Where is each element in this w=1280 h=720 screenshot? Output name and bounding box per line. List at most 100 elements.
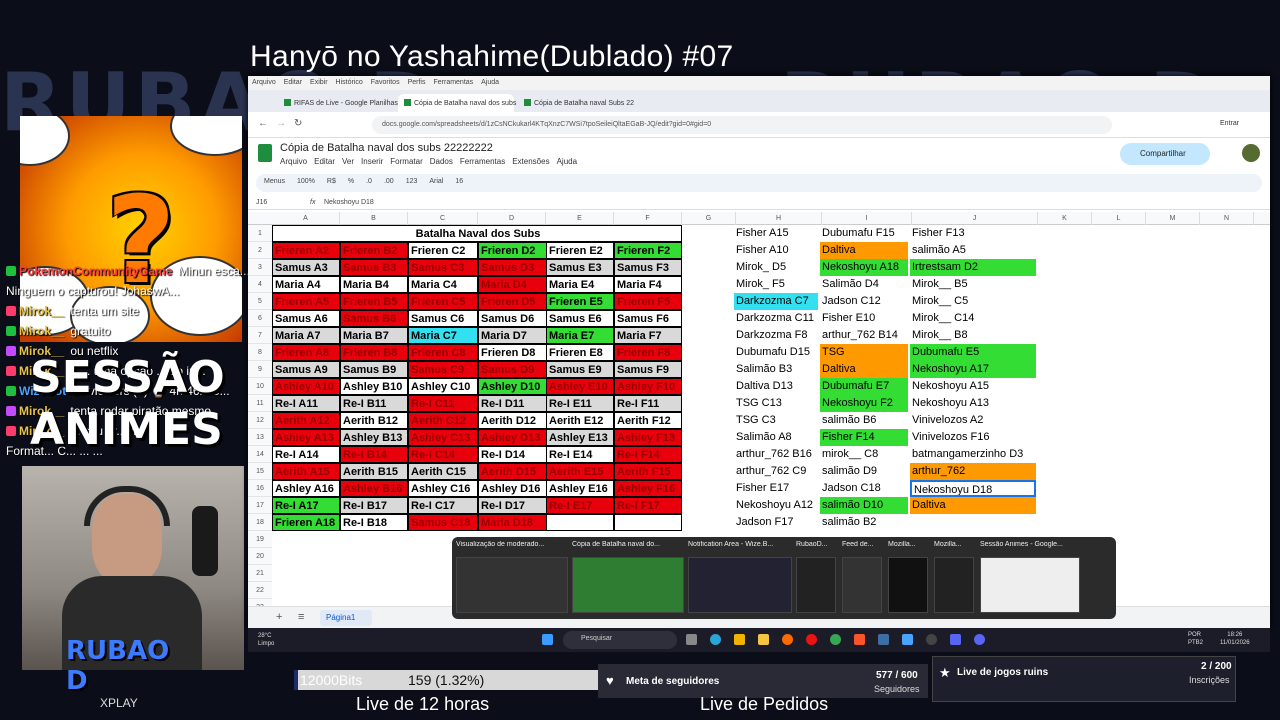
side-cell[interactable]: Fisher E17 xyxy=(734,480,818,497)
board-cell[interactable]: Re-I F11 xyxy=(614,395,682,412)
side-cell[interactable]: Fisher A15 xyxy=(734,225,818,242)
clock[interactable]: 18:26 11/01/2026 xyxy=(1220,631,1250,647)
row-header[interactable]: 13 xyxy=(248,429,272,446)
side-cell[interactable]: Dubumafu E7 xyxy=(820,378,908,395)
board-cell[interactable]: Frieren E5 xyxy=(546,293,614,310)
board-cell[interactable]: Frieren B5 xyxy=(340,293,408,310)
board-cell[interactable]: Ashley B13 xyxy=(340,429,408,446)
side-cell[interactable]: Jadson C18 xyxy=(820,480,908,497)
board-cell[interactable]: Re-I A14 xyxy=(272,446,340,463)
board-cell[interactable]: Ashley C16 xyxy=(408,480,478,497)
column-header[interactable]: K xyxy=(1038,212,1092,225)
board-cell[interactable]: Samus E6 xyxy=(546,310,614,327)
board-cell[interactable]: Frieren C8 xyxy=(408,344,478,361)
board-cell[interactable]: Re-I C14 xyxy=(408,446,478,463)
browser-menu-item[interactable]: Exibir xyxy=(310,79,328,86)
column-header[interactable]: G xyxy=(682,212,736,225)
taskview-icon[interactable] xyxy=(686,634,697,645)
board-cell[interactable]: Frieren F2 xyxy=(614,242,682,259)
board-cell[interactable]: Samus C18 xyxy=(408,514,478,531)
browser-menu-item[interactable]: Editar xyxy=(284,79,302,86)
board-cell[interactable]: Frieren A5 xyxy=(272,293,340,310)
row-header[interactable]: 8 xyxy=(248,344,272,361)
board-cell[interactable]: Maria C7 xyxy=(408,327,478,344)
side-cell[interactable]: Vinivelozos A2 xyxy=(910,412,1036,429)
browser-tab[interactable]: Cópia de Batalha naval Subs 22 xyxy=(518,94,634,112)
board-cell[interactable]: Re-I E11 xyxy=(546,395,614,412)
board-cell[interactable]: Samus A6 xyxy=(272,310,340,327)
board-cell[interactable]: Maria D7 xyxy=(478,327,548,344)
side-cell[interactable]: arthur_762 B14 xyxy=(820,327,908,344)
column-header[interactable]: A xyxy=(272,212,340,225)
side-cell[interactable]: salimão B6 xyxy=(820,412,908,429)
board-cell[interactable]: Frieren A2 xyxy=(272,242,340,259)
column-header[interactable]: C xyxy=(408,212,478,225)
discord-icon[interactable] xyxy=(974,634,985,645)
side-cell[interactable]: arthur_762 B16 xyxy=(734,446,818,463)
side-cell[interactable]: Daltiva D13 xyxy=(734,378,818,395)
reload-icon[interactable]: ↻ xyxy=(294,118,302,129)
side-cell[interactable]: Dubumafu F15 xyxy=(820,225,908,242)
firefox-icon[interactable] xyxy=(782,634,793,645)
doc-menu-item[interactable]: Ajuda xyxy=(557,157,577,166)
board-cell[interactable]: Frieren D2 xyxy=(478,242,548,259)
row-header[interactable]: 4 xyxy=(248,276,272,293)
all-sheets-icon[interactable]: ≡ xyxy=(298,611,304,623)
board-cell[interactable]: Maria E7 xyxy=(546,327,614,344)
board-cell[interactable]: Frieren E8 xyxy=(546,344,614,361)
toolbar-item[interactable]: .0 xyxy=(366,178,372,185)
browser-menu-item[interactable]: Favoritos xyxy=(371,79,400,86)
side-cell[interactable]: Nekoshoyu F2 xyxy=(820,395,908,412)
board-cell[interactable]: Samus F9 xyxy=(614,361,682,378)
side-cell[interactable]: Mirok_ F5 xyxy=(734,276,818,293)
board-cell[interactable]: Samus A3 xyxy=(272,259,340,276)
back-icon[interactable]: ← xyxy=(258,118,268,129)
url-field[interactable]: docs.google.com/spreadsheets/d/1zCsNCkuk… xyxy=(372,116,1112,134)
browser-menu-item[interactable]: Ferramentas xyxy=(433,79,473,86)
side-cell[interactable]: TSG C13 xyxy=(734,395,818,412)
board-cell[interactable]: Re-I D14 xyxy=(478,446,548,463)
side-cell[interactable]: Mirok__ C14 xyxy=(910,310,1036,327)
side-cell[interactable]: Daltiva xyxy=(820,242,908,259)
thumbnail[interactable]: Notification Area - Wize.B... xyxy=(688,541,792,615)
board-cell[interactable]: Re-I E14 xyxy=(546,446,614,463)
board-cell[interactable]: Re-I F14 xyxy=(614,446,682,463)
board-cell[interactable]: Ashley A13 xyxy=(272,429,340,446)
side-cell[interactable]: Mirok__ C5 xyxy=(910,293,1036,310)
lang-indicator[interactable]: POR PTB2 xyxy=(1188,631,1203,647)
board-cell[interactable]: Ashley C10 xyxy=(408,378,478,395)
board-cell[interactable]: Re-I E17 xyxy=(546,497,614,514)
board-cell[interactable]: Aerith E15 xyxy=(546,463,614,480)
side-cell[interactable]: Dubumafu E5 xyxy=(910,344,1036,361)
board-title-cell[interactable]: Batalha Naval dos Subs xyxy=(272,225,682,242)
board-cell[interactable]: Ashley A16 xyxy=(272,480,340,497)
column-header[interactable]: D xyxy=(478,212,546,225)
side-cell[interactable] xyxy=(910,514,1036,531)
row-header[interactable]: 7 xyxy=(248,327,272,344)
board-cell[interactable]: Maria B4 xyxy=(340,276,408,293)
board-cell[interactable]: Aerith E12 xyxy=(546,412,614,429)
board-cell[interactable]: Aerith A12 xyxy=(272,412,340,429)
doc-menu-item[interactable]: Editar xyxy=(314,157,335,166)
board-cell[interactable]: Aerith B15 xyxy=(340,463,408,480)
board-cell[interactable]: Frieren E2 xyxy=(546,242,614,259)
side-cell[interactable]: Fisher F14 xyxy=(820,429,908,446)
toolbar-item[interactable]: % xyxy=(348,178,354,185)
side-cell[interactable]: Salimão A8 xyxy=(734,429,818,446)
side-cell[interactable]: TSG xyxy=(820,344,908,361)
share-button[interactable]: Compartilhar xyxy=(1120,143,1210,165)
side-cell[interactable]: Dubumafu D15 xyxy=(734,344,818,361)
toolbar-item[interactable]: 100% xyxy=(297,178,315,185)
board-cell[interactable]: Ashley D10 xyxy=(478,378,548,395)
doc-menu-item[interactable]: Dados xyxy=(430,157,453,166)
side-cell[interactable]: Darkzozma C11 xyxy=(734,310,818,327)
board-cell[interactable]: Samus F3 xyxy=(614,259,682,276)
column-header[interactable]: N xyxy=(1200,212,1254,225)
thumbnail[interactable]: RubaoD... xyxy=(796,541,836,615)
board-cell[interactable]: Ashley D13 xyxy=(478,429,548,446)
side-cell[interactable]: Nekoshoyu A12 xyxy=(734,497,818,514)
side-cell[interactable]: Mirok_ D5 xyxy=(734,259,818,276)
steam-icon[interactable] xyxy=(878,634,889,645)
side-cell[interactable]: Nekoshoyu D18 xyxy=(910,480,1036,497)
board-cell[interactable]: Aerith F12 xyxy=(614,412,682,429)
